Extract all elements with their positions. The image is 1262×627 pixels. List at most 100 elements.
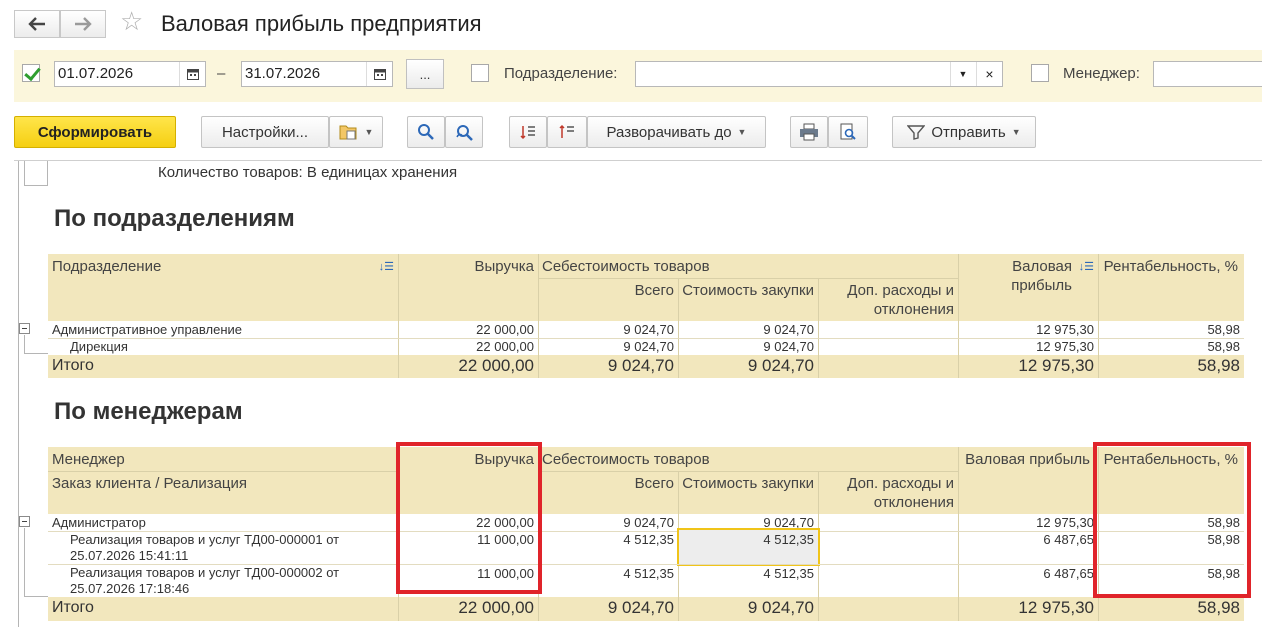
search-next-icon [456,125,473,141]
col-header-revenue[interactable]: Выручка [398,254,538,321]
total-margin: 58,98 [1197,598,1240,617]
total-label: Итого [52,599,94,616]
col-header-extra[interactable]: Доп. расходы и отклонения [818,278,958,321]
date-to-field[interactable]: 31.07.2026 [241,61,393,87]
manager-label: Менеджер: [1063,65,1140,82]
col-header-division[interactable]: Подразделение ↓☰ [48,254,398,321]
print-preview-button[interactable] [828,116,868,148]
row-cost-total: 4 512,35 [623,532,674,547]
grid-line [1098,355,1099,378]
row-profit: 12 975,30 [1036,322,1094,337]
forward-button[interactable] [60,10,106,38]
grid-line [678,355,679,378]
manager-checkbox[interactable] [1031,64,1049,82]
dropdown-icon[interactable]: ▼ [950,62,975,86]
grid-line [958,597,959,621]
arrow-right-icon [75,17,92,31]
row-cost-total: 9 024,70 [623,322,674,337]
back-button[interactable] [14,10,60,38]
total-cost: 9 024,70 [607,356,674,375]
division-label: Подразделение: [504,65,618,82]
col-header-purchase[interactable]: Стоимость закупки [678,471,818,514]
col-header-profit[interactable]: Валовая прибыль ↓☰ [958,254,1098,321]
division-checkbox[interactable] [471,64,489,82]
star-icon[interactable]: ☆ [120,8,143,34]
send-icon [907,125,926,140]
division-field[interactable]: ▼ × [635,61,1003,87]
calendar-icon[interactable] [179,62,205,86]
sort-icon[interactable]: ↓☰ [379,258,394,277]
expand-to-button[interactable]: Разворачивать до ▼ [587,116,766,148]
grid-line [678,597,679,621]
tree-line [24,596,48,597]
total-purchase: 9 024,70 [747,356,814,375]
collapse-group-icon[interactable] [19,323,30,334]
highlight-revenue-column [396,442,542,594]
col-header-profit-label: Валовая прибыль [1011,258,1072,294]
period-select-button[interactable]: ... [406,59,444,89]
chevron-down-icon: ▼ [1011,127,1021,137]
row-cost-total: 4 512,35 [623,566,674,581]
date-from-field[interactable]: 01.07.2026 [54,61,206,87]
row-profit: 6 487,65 [1043,566,1094,581]
manager-field[interactable] [1153,61,1262,87]
total-revenue: 22 000,00 [458,356,534,375]
total-cost: 9 024,70 [607,598,674,617]
search-button[interactable] [407,116,445,148]
row-margin: 58,98 [1207,322,1240,337]
row-name: Административное управление [52,322,242,337]
clear-icon[interactable]: × [976,62,1002,86]
chevron-down-icon: ▼ [737,127,747,137]
col-header-purchase[interactable]: Стоимость закупки [678,278,818,321]
row-profit: 12 975,30 [1036,339,1094,354]
page-title: Валовая прибыль предприятия [161,11,482,36]
total-label: Итого [52,357,94,374]
date-to-value: 31.07.2026 [245,65,321,82]
col-header-manager[interactable]: Менеджер [48,447,398,471]
send-button[interactable]: Отправить ▼ [892,116,1036,148]
sort-desc-icon[interactable]: ↓☰ [1079,258,1094,277]
col-header-cost-total[interactable]: Всего [538,278,678,321]
tree-line [24,161,25,185]
collapse-group-icon[interactable] [19,516,30,527]
calendar-icon[interactable] [366,62,392,86]
total-margin: 58,98 [1197,356,1240,375]
report-parameter: Количество товаров: В единицах хранения [158,164,458,181]
toolbar-separator [14,160,1262,161]
total-purchase: 9 024,70 [747,598,814,617]
row-name: Реализация товаров и услуг ТД00-000001 о… [70,532,340,563]
grid-line [958,355,959,378]
collapse-all-button[interactable] [509,116,547,148]
grid-line [538,471,958,472]
col-header-order[interactable]: Заказ клиента / Реализация [48,471,398,514]
send-label: Отправить [931,123,1006,141]
total-profit: 12 975,30 [1018,356,1094,375]
row-name: Дирекция [70,339,128,354]
row-name: Реализация товаров и услуг ТД00-000002 о… [70,565,340,596]
total-revenue: 22 000,00 [458,598,534,617]
col-header-extra[interactable]: Доп. расходы и отклонения [818,471,958,514]
tree-line [24,353,48,354]
col-header-margin[interactable]: Рентабельность, % [1098,254,1244,321]
variants-button[interactable]: ▼ [329,116,383,148]
print-button[interactable] [790,116,828,148]
expand-all-button[interactable] [547,116,587,148]
col-header-cost-group: Себестоимость товаров [538,447,958,471]
col-header-cost-total[interactable]: Всего [538,471,678,514]
grid-line [538,278,958,279]
row-margin: 58,98 [1207,339,1240,354]
expand-icon [559,124,574,138]
section-title-divisions: По подразделениям [54,205,295,232]
search-next-button[interactable] [445,116,483,148]
grid-line [398,355,399,378]
tree-line [47,161,48,185]
row-purchase: 4 512,35 [763,532,814,547]
period-checkbox[interactable] [22,64,40,82]
total-profit: 12 975,30 [1018,598,1094,617]
col-header-profit[interactable]: Валовая прибыль [958,447,1098,514]
highlight-margin-column [1093,442,1251,598]
grid-line [1098,597,1099,621]
generate-button[interactable]: Сформировать [14,116,176,148]
grid-line [538,355,539,378]
settings-button[interactable]: Настройки... [201,116,329,148]
